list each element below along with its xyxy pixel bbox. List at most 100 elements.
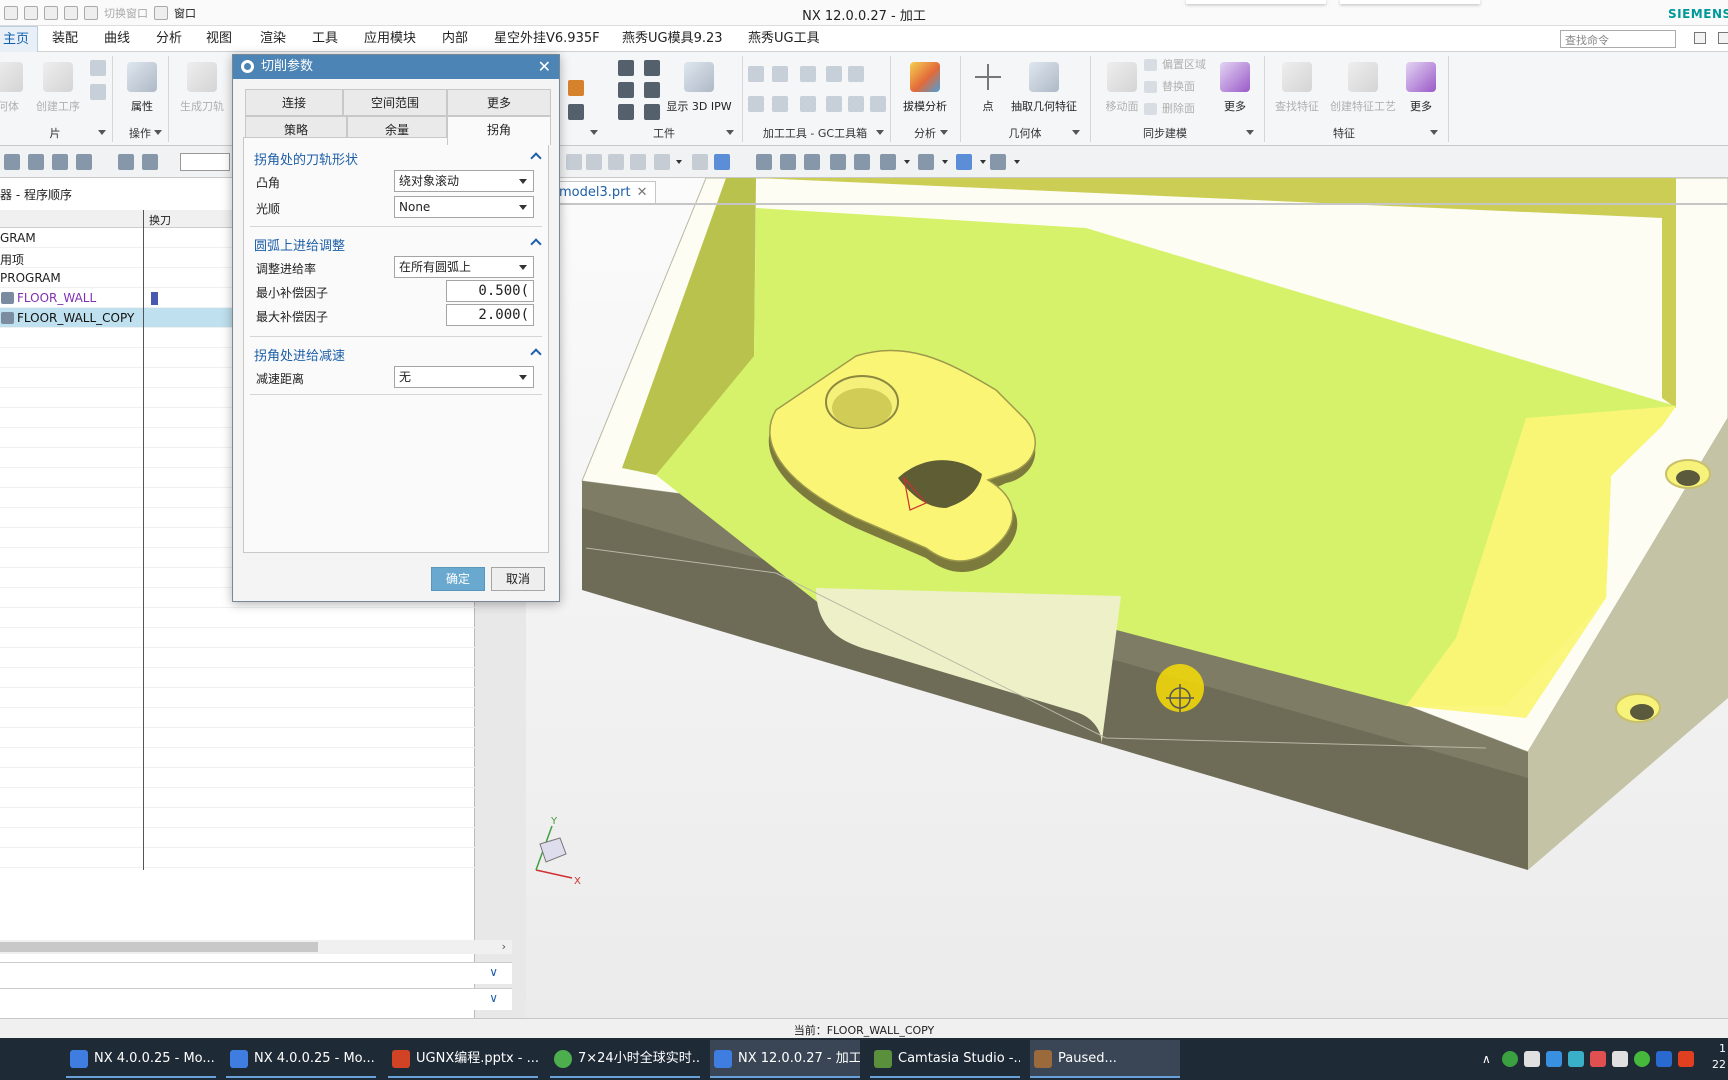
details-panel[interactable]: ∨ [0, 988, 512, 1010]
snap-icon[interactable] [654, 154, 670, 170]
dependencies-panel[interactable]: ∨ [0, 962, 512, 984]
dropdown-icon[interactable] [980, 160, 986, 164]
taskbar-item-nx4-2[interactable]: NX 4.0.0.25 - Mo... [226, 1040, 376, 1078]
scrollbar-thumb[interactable] [0, 942, 318, 952]
group-expand-icon[interactable] [726, 130, 734, 135]
tab-render[interactable]: 渲染 [252, 26, 294, 52]
filter-icon[interactable] [142, 154, 158, 170]
gc-tool-icon[interactable] [848, 66, 864, 82]
close-icon[interactable]: ✕ [637, 185, 648, 200]
offset-region-button[interactable]: 偏置区域 [1144, 56, 1206, 74]
tray-app-icon[interactable] [1656, 1051, 1672, 1067]
filter-icon[interactable] [52, 154, 68, 170]
view-icon[interactable] [830, 154, 846, 170]
small-tool-icon[interactable] [90, 60, 106, 76]
gc-tool-icon[interactable] [848, 96, 864, 112]
rotate-icon[interactable] [804, 154, 820, 170]
group-expand-icon[interactable] [940, 130, 948, 135]
view-icon[interactable] [880, 154, 896, 170]
dropdown-icon[interactable] [1014, 160, 1020, 164]
taskbar-item-nx4-1[interactable]: NX 4.0.0.25 - Mo... [66, 1040, 216, 1078]
taskbar-item-pptx[interactable]: UGNX编程.pptx - ... [388, 1040, 538, 1078]
part-model[interactable]: X Y [526, 178, 1728, 1018]
filter-icon[interactable] [28, 154, 44, 170]
tab-internal[interactable]: 内部 [434, 26, 476, 52]
filter-icon[interactable] [118, 154, 134, 170]
restore-icon[interactable] [1718, 32, 1728, 44]
extract-geometry-button[interactable]: 抽取几何特征 [1008, 58, 1080, 124]
graphics-viewport[interactable]: X Y model3.prt ✕ [526, 178, 1728, 1018]
clock[interactable]: 1 22 [1712, 1041, 1726, 1073]
snap-icon[interactable] [608, 154, 624, 170]
tab-application[interactable]: 应用模块 [356, 26, 424, 52]
collapse-icon[interactable] [530, 238, 542, 250]
tab-tools[interactable]: 工具 [304, 26, 346, 52]
ok-button[interactable]: 确定 [431, 567, 485, 591]
find-feature-button[interactable]: 查找特征 [1266, 58, 1328, 124]
volume-icon[interactable] [1612, 1051, 1628, 1067]
gc-tool-icon[interactable] [772, 66, 788, 82]
generate-toolpath-button[interactable]: 生成刀轨 [172, 58, 232, 124]
snap-icon[interactable] [630, 154, 646, 170]
section-corner-path-shape[interactable]: 拐角处的刀轨形状 [244, 146, 548, 168]
min-comp-factor-input[interactable]: 0.500( [446, 280, 534, 302]
view-icon[interactable] [714, 154, 730, 170]
close-icon[interactable]: ✕ [538, 55, 551, 79]
collapse-icon[interactable] [530, 348, 542, 360]
gc-tool-icon[interactable] [748, 96, 764, 112]
network-icon[interactable] [1524, 1051, 1540, 1067]
ribbon-options-icon[interactable] [1694, 32, 1706, 44]
taskbar-item-paused[interactable]: Paused... [1030, 1040, 1180, 1078]
tab-home[interactable]: 主页 [0, 26, 39, 52]
show-3d-ipw-button[interactable]: 显示 3D IPW [664, 58, 734, 124]
replace-face-button[interactable]: 替换面 [1144, 78, 1195, 96]
gc-tool-icon[interactable] [748, 66, 764, 82]
slowdown-distance-dropdown[interactable]: 无 [394, 366, 534, 388]
gc-tool-icon[interactable] [772, 96, 788, 112]
dropdown-icon[interactable] [942, 160, 948, 164]
tool-icon[interactable] [568, 80, 584, 96]
tab-corners[interactable]: 拐角 [447, 116, 551, 145]
tab-more[interactable]: 更多 [447, 89, 551, 116]
dialog-title-bar[interactable]: 切削参数 ✕ [233, 55, 559, 79]
snap-icon[interactable] [586, 154, 602, 170]
smoothing-dropdown[interactable]: None [394, 196, 534, 218]
navigator-horizontal-scrollbar[interactable]: › [0, 940, 512, 954]
delete-face-button[interactable]: 删除面 [1144, 100, 1195, 118]
small-tool-icon[interactable] [90, 84, 106, 100]
more-feature-button[interactable]: 更多 [1392, 58, 1450, 124]
filter-icon[interactable] [4, 154, 20, 170]
tray-app-icon[interactable] [1546, 1051, 1562, 1067]
tool-path-icon[interactable] [644, 104, 660, 120]
gc-tool-icon[interactable] [826, 66, 842, 82]
tool-path-icon[interactable] [618, 104, 634, 120]
tab-assembly[interactable]: 装配 [44, 26, 86, 52]
group-expand-icon[interactable] [1246, 130, 1254, 135]
view-icon[interactable] [780, 154, 796, 170]
command-search-input[interactable]: 查找命令 [1560, 30, 1676, 48]
view-icon[interactable] [756, 154, 772, 170]
tool-path-icon[interactable] [644, 82, 660, 98]
taskbar-item-nx12[interactable]: NX 12.0.0.27 - 加工 [710, 1040, 860, 1078]
chevron-up-icon[interactable]: ∧ [1482, 1052, 1491, 1066]
tab-analysis[interactable]: 分析 [148, 26, 190, 52]
wechat-icon[interactable] [1634, 1051, 1650, 1067]
selection-filter-box[interactable] [180, 153, 230, 171]
tray-app-icon[interactable] [1568, 1051, 1584, 1067]
snap-icon[interactable] [566, 154, 582, 170]
column-tool-change[interactable]: 换刀 [149, 212, 171, 228]
group-expand-icon[interactable] [154, 130, 162, 135]
tab-spatial-range[interactable]: 空间范围 [343, 89, 447, 116]
cancel-button[interactable]: 取消 [491, 567, 545, 591]
tray-app-icon[interactable] [1590, 1051, 1606, 1067]
view-icon[interactable] [692, 154, 708, 170]
view-icon[interactable] [990, 154, 1006, 170]
dropdown-icon[interactable] [676, 160, 682, 164]
group-expand-icon[interactable] [590, 130, 598, 135]
group-expand-icon[interactable] [98, 130, 106, 135]
render-style-icon[interactable] [918, 154, 934, 170]
taskbar-item-news[interactable]: 7×24小时全球实时... [550, 1040, 700, 1078]
adjust-feed-dropdown[interactable]: 在所有圆弧上 [394, 256, 534, 278]
max-comp-factor-input[interactable]: 2.000( [446, 304, 534, 326]
tray-app-icon[interactable] [1502, 1051, 1518, 1067]
